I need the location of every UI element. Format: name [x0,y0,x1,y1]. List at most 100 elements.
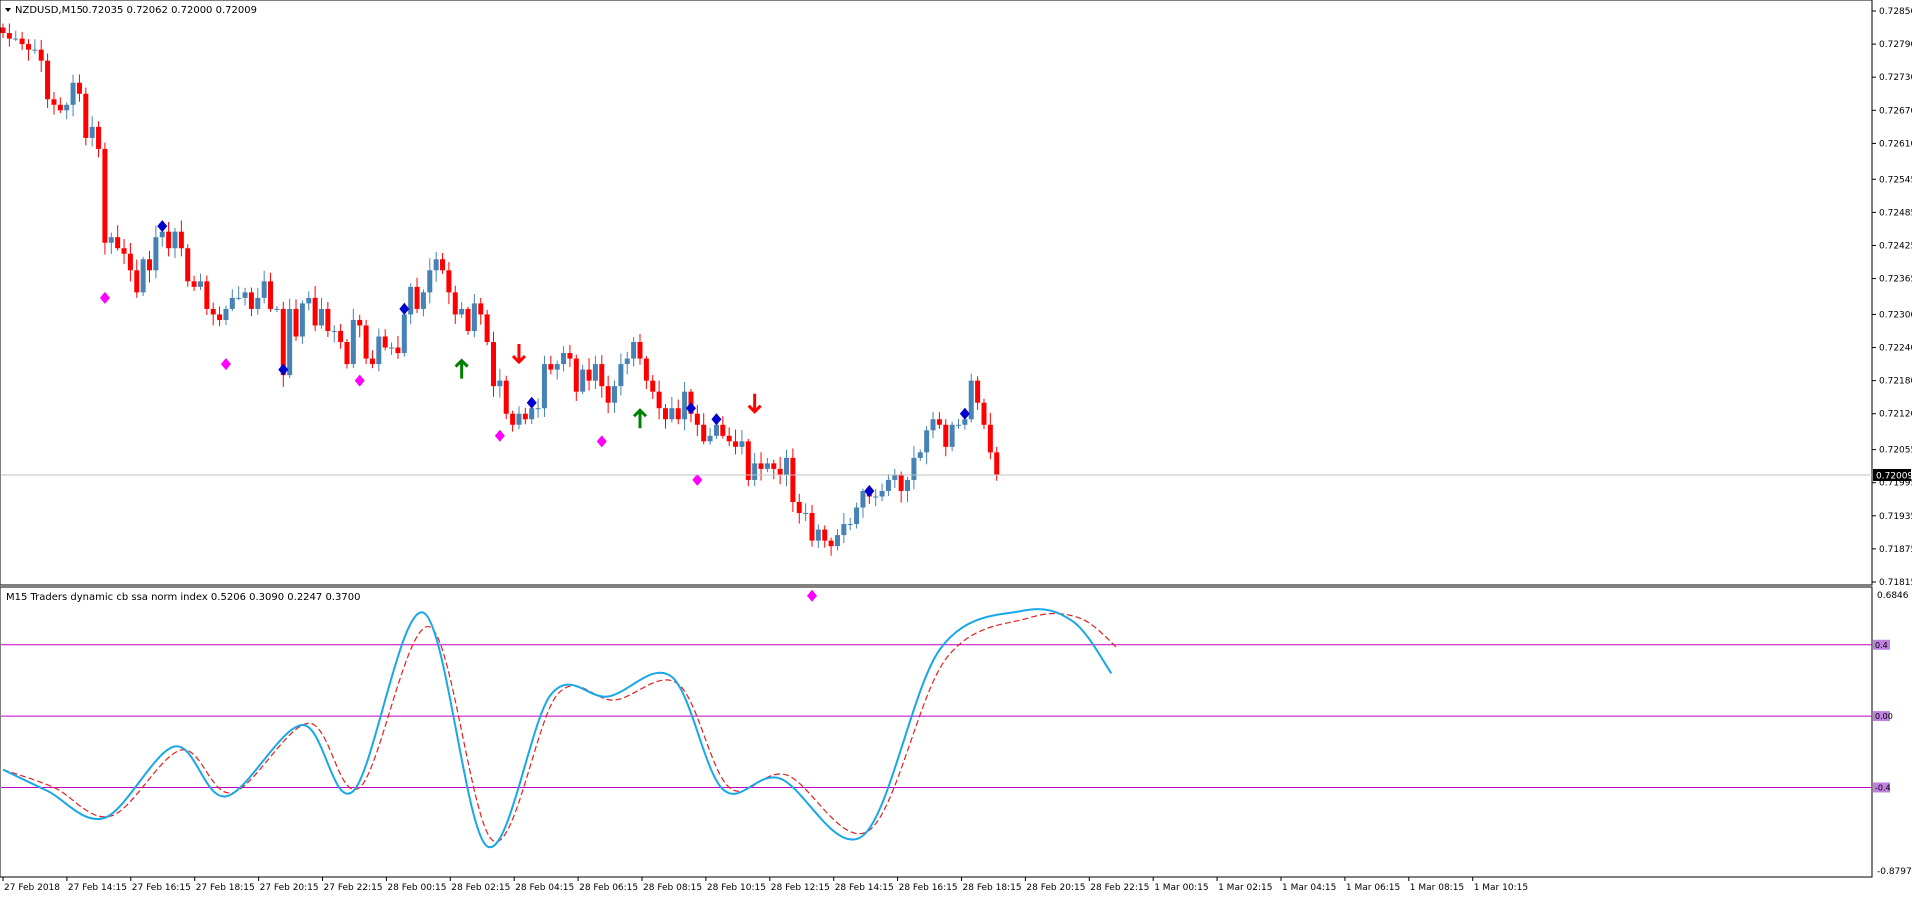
candle [834,529,840,551]
time-tick-label: 28 Feb 20:15 [1026,883,1085,893]
price-tick-label: 0.72180 [1879,377,1912,387]
candle [166,221,172,257]
candle [6,23,12,47]
candle [662,404,668,429]
candle [803,503,809,522]
candle [45,53,51,108]
candle [57,97,63,114]
candle [478,297,484,325]
candle [650,374,656,399]
time-tick-label: 27 Feb 2018 [4,883,60,893]
dropdown-icon[interactable] [5,8,11,12]
candle [127,242,133,282]
candle [612,380,618,413]
candle [911,446,917,490]
candle [936,412,942,429]
candle [631,337,637,367]
candle [592,355,598,390]
candle [822,525,828,548]
buy-arrow-icon [454,358,469,379]
price-tick-label: 0.72610 [1879,139,1912,149]
trading-chart[interactable]: NZDUSD,M15 0.72035 0.72062 0.72000 0.720… [0,0,1912,897]
candle [427,258,433,304]
indicator-levels: 0.4 0.00 -0.4 [1,639,1893,793]
signal-diamond [99,291,110,304]
candle [108,232,114,254]
candle [178,220,184,257]
time-tick-label: 28 Feb 16:15 [899,883,958,893]
candle [682,381,688,431]
candle [924,425,930,465]
candle [497,368,503,398]
buy-arrow-icon [632,408,648,429]
indicator-header: M15 Traders dynamic cb ssa norm index 0.… [6,592,360,603]
candle [121,238,127,265]
price-tick-label: 0.71935 [1879,512,1912,522]
candle [363,319,369,365]
candle [510,410,516,432]
current-price-label: 0.72009 [1876,471,1912,481]
candle [299,300,305,344]
signal-diamond [692,473,703,486]
candle [102,142,108,255]
price-tick-label: 0.72300 [1879,310,1912,320]
price-tick-label: 0.72365 [1879,275,1912,285]
candle [185,244,191,287]
time-axis: 27 Feb 2018 27 Feb 14:15 27 Feb 16:15 27 Fe… [2,877,1528,893]
candle [465,306,471,335]
indicator-level-label: 0.00 [1875,712,1893,721]
time-tick-label: 28 Feb 22:15 [1090,883,1149,893]
candle [968,373,974,423]
candle [752,453,758,487]
signal-diamond [864,484,875,497]
price-tick-label: 0.72425 [1879,241,1912,251]
candles [0,23,1000,556]
signal-diamond [399,302,410,315]
candle [210,302,216,326]
candle [242,287,248,306]
time-tick-label: 27 Feb 22:15 [324,883,383,893]
candle [70,74,76,117]
candle [771,459,777,480]
candle [96,121,102,158]
candle [64,102,70,120]
candle [217,306,223,327]
chart-canvas: NZDUSD,M15 0.72035 0.72062 0.72000 0.720… [0,0,1912,893]
candle [758,452,764,481]
time-tick-label: 28 Feb 12:15 [771,883,830,893]
price-tick-label: 0.72485 [1879,208,1912,218]
time-tick-label: 27 Feb 18:15 [196,883,255,893]
indicator-level-label: 0.4 [1875,641,1888,650]
signal-diamond [157,220,168,233]
indicator-level-label: -0.4 [1875,783,1891,792]
signal-diamond [711,413,722,426]
candle [420,289,426,317]
time-tick-label: 1 Mar 00:15 [1154,883,1208,893]
candle [892,468,898,488]
candle [248,287,254,317]
candle [76,74,82,102]
indicator-top-scale: 0.6846 [1877,591,1909,601]
signal-diamond [494,429,505,442]
candle [739,430,745,455]
candle [764,458,770,473]
candle [191,275,197,291]
candle [994,446,1000,481]
candle [949,421,955,452]
candle [197,273,203,290]
candle [669,396,675,423]
symbol-label: NZDUSD,M15 [15,5,83,16]
candle [643,355,649,390]
price-tick-label: 0.72240 [1879,344,1912,354]
candle [873,488,879,507]
price-tick-label: 0.72120 [1879,410,1912,420]
candle [567,345,573,367]
candle [446,262,452,305]
ohlc-label: 0.72035 0.72062 0.72000 0.72009 [82,5,257,16]
time-tick-label: 1 Mar 08:15 [1410,883,1464,893]
price-axis: 0.72850 0.72790 0.72730 0.72670 0.72610 0.725… [1872,7,1912,588]
signal-diamond [959,407,970,420]
candle [382,329,388,351]
candle [0,23,6,38]
candle [140,256,146,297]
